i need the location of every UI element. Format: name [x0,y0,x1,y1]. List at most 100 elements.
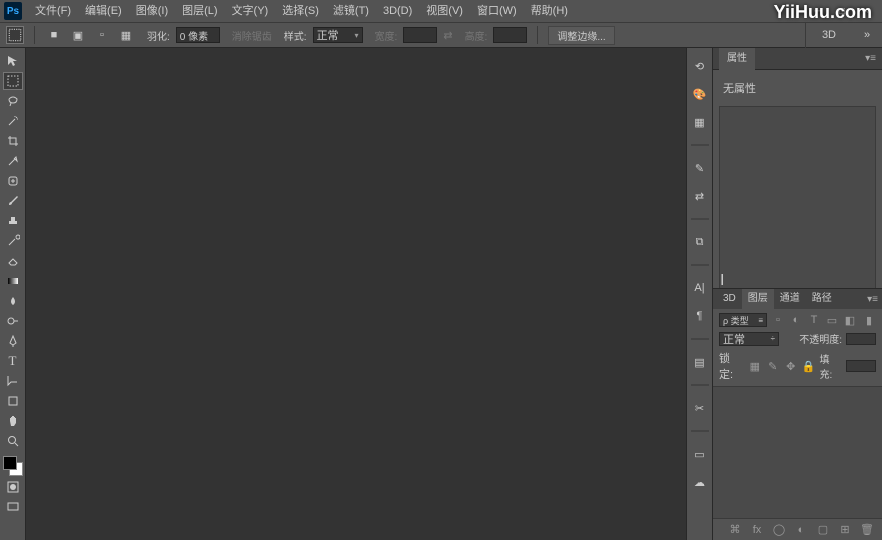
menu-image[interactable]: 图像(I) [129,0,175,22]
hand-tool[interactable] [3,412,23,430]
menu-layer[interactable]: 图层(L) [175,0,224,22]
gradient-tool[interactable] [3,272,23,290]
tab-channels[interactable]: 通道 [774,289,806,309]
style-dropdown[interactable]: 正常 [313,27,363,43]
options-bar: ■ ▣ ▫ ▦ 羽化: 消除锯齿 样式: 正常 宽度: ⇄ 高度: 调整边缘..… [0,22,882,48]
lasso-tool[interactable] [3,92,23,110]
trash-icon[interactable]: 🗑 [860,523,874,537]
style-label: 样式: [284,28,307,43]
properties-panel: 属性 ▾≡ 无属性 [713,48,882,288]
app-logo: Ps [4,2,22,20]
menu-view[interactable]: 视图(V) [419,0,470,22]
color-swatch[interactable] [3,456,23,476]
menu-select[interactable]: 选择(S) [275,0,326,22]
para-panel-icon[interactable]: ¶ [690,306,710,326]
subtract-selection-icon[interactable]: ▫ [93,26,111,44]
move-tool[interactable] [3,52,23,70]
tab-layers[interactable]: 图层 [742,289,774,309]
quickmask-tool[interactable] [3,478,23,496]
brush-panel-icon[interactable]: ✎ [690,158,710,178]
restore-button[interactable]: □ [830,2,854,20]
layer-list[interactable] [713,386,882,518]
brush-preset-icon[interactable]: ⇄ [690,186,710,206]
screenmode-tool[interactable] [3,498,23,516]
dodge-tool[interactable] [3,312,23,330]
canvas[interactable] [26,48,686,540]
menu-3d[interactable]: 3D(D) [376,0,419,22]
pen-tool[interactable] [3,332,23,350]
link-icon[interactable]: ⌘ [728,523,742,537]
heal-tool[interactable] [3,172,23,190]
char-panel-icon[interactable]: A| [690,278,710,298]
blend-mode-dropdown[interactable]: 正常 [719,332,779,346]
menu-edit[interactable]: 编辑(E) [78,0,129,22]
add-selection-icon[interactable]: ▣ [69,26,87,44]
fill-input[interactable] [846,360,876,372]
tab-paths[interactable]: 路径 [806,289,838,309]
cc-panel-icon[interactable]: ☁ [690,472,710,492]
filter-type-icon[interactable]: T [807,313,821,327]
notes-panel-icon[interactable]: ▤ [690,352,710,372]
blur-tool[interactable] [3,292,23,310]
shape-tool[interactable] [3,392,23,410]
new-selection-icon[interactable]: ■ [45,26,63,44]
width-input [403,27,437,43]
intersect-selection-icon[interactable]: ▦ [117,26,135,44]
opacity-input[interactable] [846,333,876,345]
brush-tool[interactable] [3,192,23,210]
dock-column: ⟲ 🎨 ▦ ✎ ⇄ ⧉ A| ¶ ▤ ✂ ▭ ☁ [686,48,712,540]
stamp-tool[interactable] [3,212,23,230]
crop-tool[interactable] [3,132,23,150]
menu-window[interactable]: 窗口(W) [470,0,524,22]
eyedropper-tool[interactable] [3,152,23,170]
zoom-tool[interactable] [3,432,23,450]
type-tool[interactable]: T [3,352,23,370]
tab-3d[interactable]: 3D [717,289,742,309]
mask-icon[interactable]: ◯ [772,523,786,537]
workspace-3d[interactable]: 3D [805,22,852,48]
height-label: 高度: [465,28,488,43]
menu-help[interactable]: 帮助(H) [524,0,575,22]
adjustment-icon[interactable]: ◐ [794,523,808,537]
fx-icon[interactable]: fx [750,523,764,537]
clone-panel-icon[interactable]: ⧉ [690,232,710,252]
wand-tool[interactable] [3,112,23,130]
lock-position-icon[interactable]: ✥ [784,359,798,373]
feather-label: 羽化: [147,28,170,43]
refine-edge-button[interactable]: 调整边缘... [548,26,614,45]
swatches-panel-icon[interactable]: ▦ [690,112,710,132]
panel-menu-icon[interactable]: ▾≡ [865,53,876,64]
close-button[interactable]: × [854,2,878,20]
width-label: 宽度: [375,28,398,43]
tool-preset-dropdown[interactable] [6,26,24,44]
swap-icon: ⇄ [443,29,452,42]
lock-all-icon[interactable]: 🔒 [802,359,816,373]
tool-preset-panel-icon[interactable]: ✂ [690,398,710,418]
history-panel-icon[interactable]: ⟲ [690,56,710,76]
group-icon[interactable]: ▢ [816,523,830,537]
path-tool[interactable] [3,372,23,390]
search-icon[interactable]: » [858,26,876,44]
menu-type[interactable]: 文字(Y) [225,0,276,22]
filter-adjust-icon[interactable]: ◐ [789,313,803,327]
layers-menu-icon[interactable]: ▾≡ [867,294,878,305]
antialias-label: 消除锯齿 [232,28,272,43]
layer-filter-dropdown[interactable]: ρ 类型 [719,313,767,327]
new-layer-icon[interactable]: ⊞ [838,523,852,537]
properties-tab[interactable]: 属性 [719,48,755,70]
filter-shape-icon[interactable]: ▭ [825,313,839,327]
filter-pixel-icon[interactable]: ▫ [771,313,785,327]
menu-filter[interactable]: 滤镜(T) [326,0,376,22]
comps-panel-icon[interactable]: ▭ [690,444,710,464]
filter-smart-icon[interactable]: ◧ [843,313,857,327]
eraser-tool[interactable] [3,252,23,270]
filter-toggle[interactable]: ▮ [862,313,876,327]
lock-transparency-icon[interactable]: ▦ [748,359,762,373]
minimize-button[interactable]: ─ [806,2,830,20]
lock-image-icon[interactable]: ✎ [766,359,780,373]
feather-input[interactable] [176,27,220,43]
marquee-tool[interactable] [3,72,23,90]
color-panel-icon[interactable]: 🎨 [690,84,710,104]
menu-file[interactable]: 文件(F) [28,0,78,22]
history-brush-tool[interactable] [3,232,23,250]
